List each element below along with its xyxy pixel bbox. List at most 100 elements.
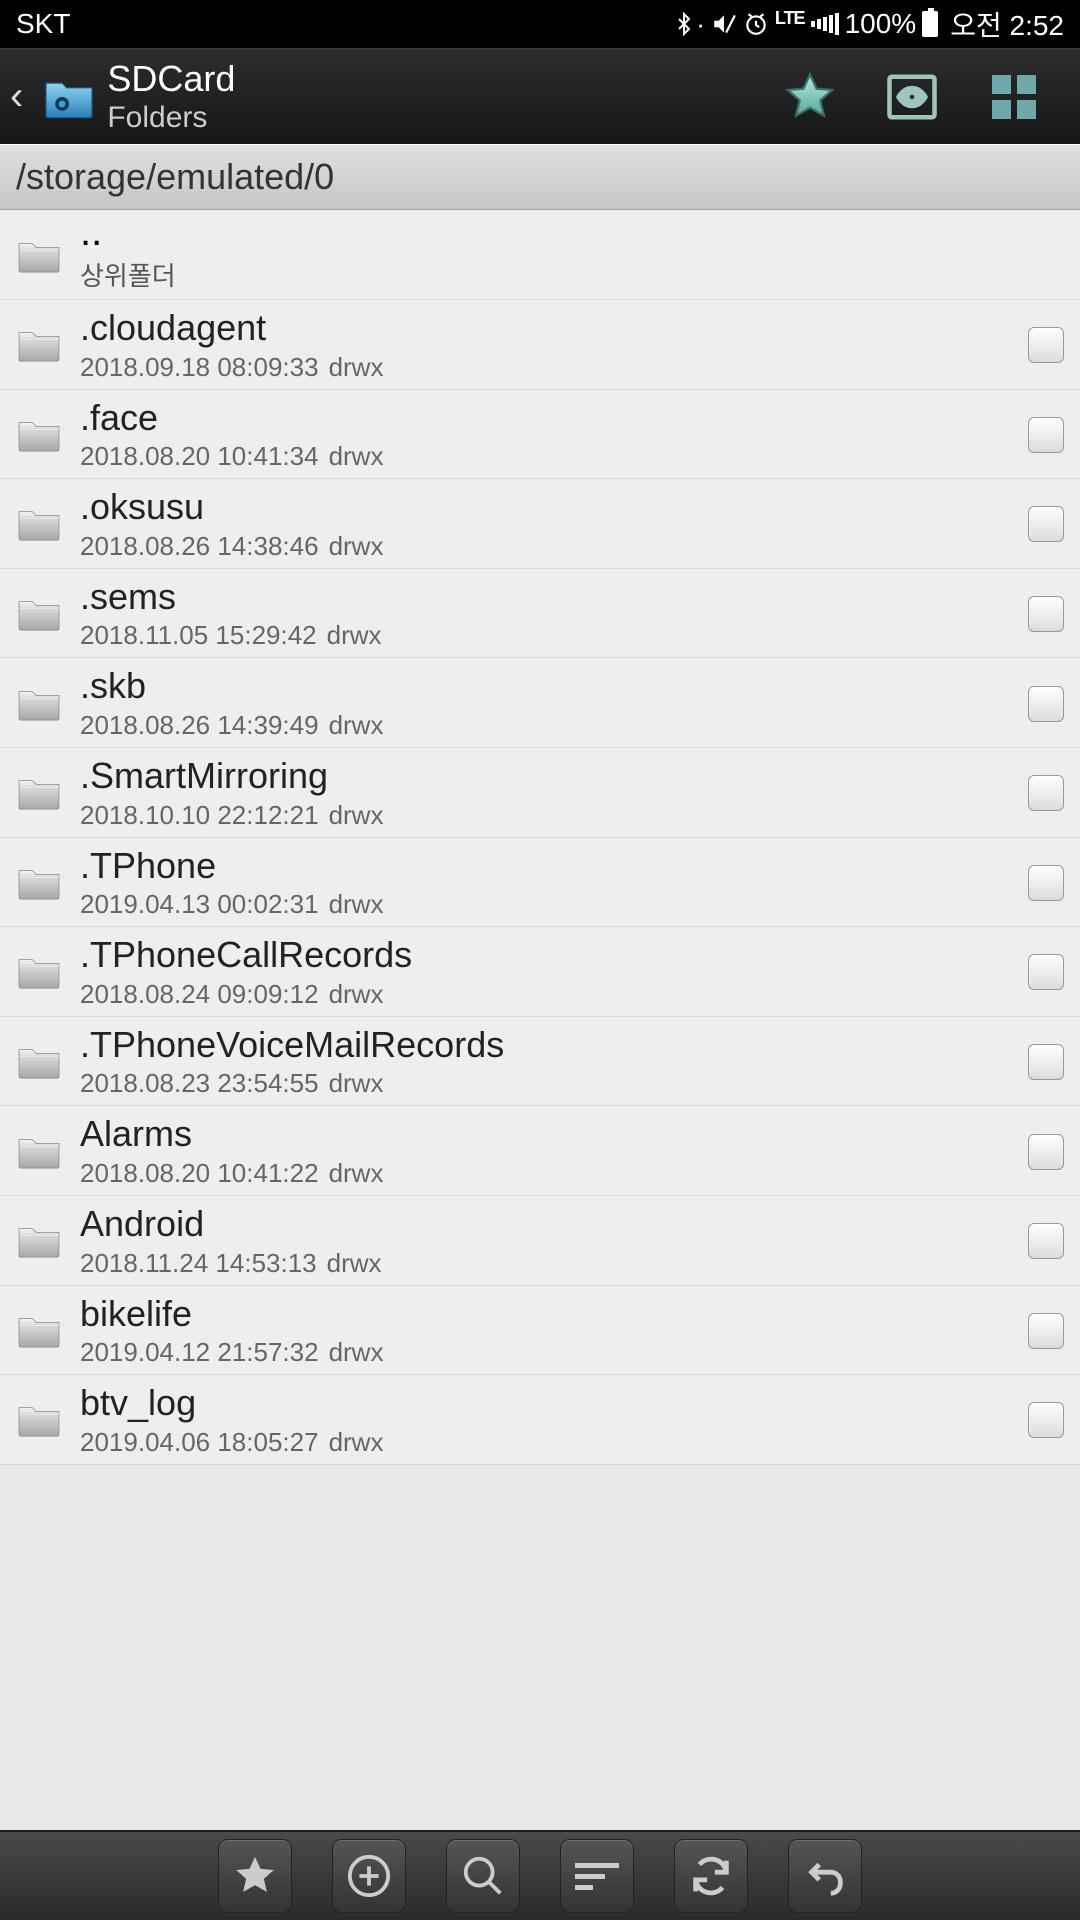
select-checkbox[interactable] <box>1028 1223 1064 1259</box>
folder-meta: 2019.04.06 18:05:27drwx <box>80 1427 1018 1458</box>
folder-meta: 2018.08.23 23:54:55drwx <box>80 1068 1018 1099</box>
folder-meta: 2018.11.05 15:29:42drwx <box>80 620 1018 651</box>
back-action-button[interactable] <box>788 1839 862 1913</box>
folder-icon <box>16 1401 62 1439</box>
folder-icon <box>16 1312 62 1350</box>
parent-folder-label: 상위폴더 <box>80 256 1064 293</box>
folder-row[interactable]: Alarms 2018.08.20 10:41:22drwx <box>0 1106 1080 1196</box>
select-checkbox[interactable] <box>1028 327 1064 363</box>
folder-name: .SmartMirroring <box>80 756 1018 796</box>
folder-name: .TPhone <box>80 846 1018 886</box>
folder-row[interactable]: .skb 2018.08.26 14:39:49drwx <box>0 658 1080 748</box>
carrier-label: SKT <box>16 8 672 40</box>
folder-row[interactable]: .TPhoneVoiceMailRecords 2018.08.23 23:54… <box>0 1017 1080 1107</box>
select-checkbox[interactable] <box>1028 506 1064 542</box>
favorite-button[interactable] <box>782 69 838 125</box>
app-header: ‹ SDCard Folders <box>0 48 1080 144</box>
folder-icon <box>16 595 62 633</box>
folder-name: bikelife <box>80 1294 1018 1334</box>
grid-view-button[interactable] <box>986 69 1042 125</box>
folder-name: .TPhoneCallRecords <box>80 935 1018 975</box>
folder-row[interactable]: btv_log 2019.04.06 18:05:27drwx <box>0 1375 1080 1465</box>
select-checkbox[interactable] <box>1028 1313 1064 1349</box>
network-type: LTE <box>775 8 805 29</box>
folder-meta: 2018.08.26 14:38:46drwx <box>80 531 1018 562</box>
folder-icon <box>16 505 62 543</box>
folder-icon <box>16 774 62 812</box>
folder-icon <box>16 1222 62 1260</box>
folder-icon <box>16 326 62 364</box>
app-subtitle: Folders <box>107 101 782 134</box>
select-checkbox[interactable] <box>1028 865 1064 901</box>
folder-row[interactable]: bikelife 2019.04.12 21:57:32drwx <box>0 1286 1080 1376</box>
back-button[interactable]: ‹ <box>10 74 31 119</box>
current-path: /storage/emulated/0 <box>16 156 334 198</box>
signal-icon <box>811 13 839 35</box>
file-list: .. 상위폴더 .cloudagent 2018.09.18 08:09:33d… <box>0 210 1080 1465</box>
folder-icon <box>16 1133 62 1171</box>
add-button[interactable] <box>332 1839 406 1913</box>
battery-icon <box>922 11 938 37</box>
select-checkbox[interactable] <box>1028 1402 1064 1438</box>
alarm-icon <box>743 11 769 37</box>
status-bar: SKT · LTE 100% 오전 2:52 <box>0 0 1080 48</box>
view-button[interactable] <box>884 69 940 125</box>
favorite-action-button[interactable] <box>218 1839 292 1913</box>
folder-name: .oksusu <box>80 487 1018 527</box>
folder-row[interactable]: .SmartMirroring 2018.10.10 22:12:21drwx <box>0 748 1080 838</box>
folder-meta: 2019.04.13 00:02:31drwx <box>80 889 1018 920</box>
folder-meta: 2018.09.18 08:09:33drwx <box>80 352 1018 383</box>
select-checkbox[interactable] <box>1028 686 1064 722</box>
select-checkbox[interactable] <box>1028 775 1064 811</box>
folder-meta: 2018.08.20 10:41:22drwx <box>80 1158 1018 1189</box>
folder-row[interactable]: Android 2018.11.24 14:53:13drwx <box>0 1196 1080 1286</box>
folder-row[interactable]: .oksusu 2018.08.26 14:38:46drwx <box>0 479 1080 569</box>
path-bar[interactable]: /storage/emulated/0 <box>0 144 1080 210</box>
folder-meta: 2018.08.24 09:09:12drwx <box>80 979 1018 1010</box>
folder-meta: 2018.08.26 14:39:49drwx <box>80 710 1018 741</box>
folder-row[interactable]: .face 2018.08.20 10:41:34drwx <box>0 390 1080 480</box>
folder-icon <box>16 685 62 723</box>
folder-icon <box>16 416 62 454</box>
folder-name: Alarms <box>80 1114 1018 1154</box>
folder-name: .skb <box>80 666 1018 706</box>
folder-row[interactable]: .sems 2018.11.05 15:29:42drwx <box>0 569 1080 659</box>
refresh-button[interactable] <box>674 1839 748 1913</box>
folder-meta: 2018.08.20 10:41:34drwx <box>80 441 1018 472</box>
select-checkbox[interactable] <box>1028 596 1064 632</box>
folder-icon <box>16 864 62 902</box>
folder-row[interactable]: .TPhoneCallRecords 2018.08.24 09:09:12dr… <box>0 927 1080 1017</box>
app-title: SDCard <box>107 59 782 99</box>
bluetooth-icon: · <box>672 9 705 40</box>
folder-meta: 2019.04.12 21:57:32drwx <box>80 1337 1018 1368</box>
folder-meta: 2018.10.10 22:12:21drwx <box>80 800 1018 831</box>
grid-icon <box>992 75 1036 119</box>
mute-icon <box>711 11 737 37</box>
folder-name: .. <box>80 218 1064 246</box>
status-icons: · LTE 100% 오전 2:52 <box>672 4 1064 44</box>
parent-folder-row[interactable]: .. 상위폴더 <box>0 210 1080 300</box>
folder-name: .sems <box>80 577 1018 617</box>
folder-meta: 2018.11.24 14:53:13drwx <box>80 1248 1018 1279</box>
folder-row[interactable]: .TPhone 2019.04.13 00:02:31drwx <box>0 838 1080 928</box>
sort-icon <box>575 1863 619 1890</box>
folder-name: .TPhoneVoiceMailRecords <box>80 1025 1018 1065</box>
select-checkbox[interactable] <box>1028 1044 1064 1080</box>
search-button[interactable] <box>446 1839 520 1913</box>
folder-icon <box>16 953 62 991</box>
folder-icon <box>16 1043 62 1081</box>
folder-name: btv_log <box>80 1383 1018 1423</box>
app-icon <box>41 74 97 120</box>
folder-row[interactable]: .cloudagent 2018.09.18 08:09:33drwx <box>0 300 1080 390</box>
folder-name: Android <box>80 1204 1018 1244</box>
select-checkbox[interactable] <box>1028 417 1064 453</box>
folder-name: .face <box>80 398 1018 438</box>
select-checkbox[interactable] <box>1028 954 1064 990</box>
bottom-toolbar <box>0 1830 1080 1920</box>
folder-name: .cloudagent <box>80 308 1018 348</box>
select-checkbox[interactable] <box>1028 1134 1064 1170</box>
folder-icon <box>16 237 62 275</box>
battery-percent: 100% <box>845 8 917 40</box>
sort-button[interactable] <box>560 1839 634 1913</box>
clock: 오전 2:52 <box>950 4 1064 44</box>
